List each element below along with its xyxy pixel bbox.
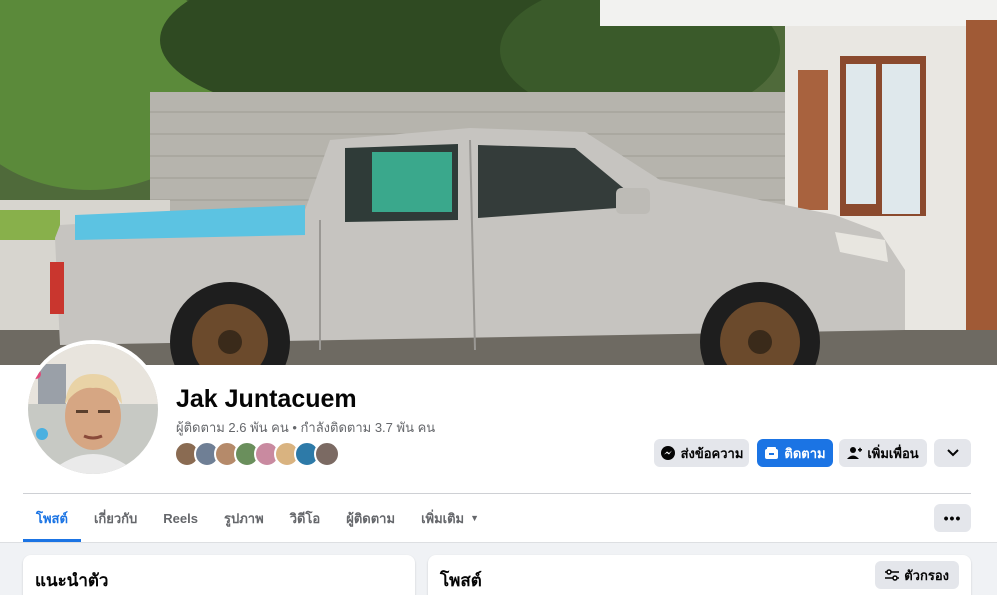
tab-followers[interactable]: ผู้ติดตาม [333,494,408,542]
tab-label: Reels [163,510,198,526]
tab-reels[interactable]: Reels [150,494,211,542]
follow-button[interactable]: ติดตาม [757,439,833,467]
mutual-friends-avatars[interactable] [174,441,340,467]
more-dots-icon: ••• [943,510,962,526]
tab-label: รูปภาพ [224,510,264,526]
follow-button-label: ติดตาม [784,445,826,461]
posts-card: โพสต์ ตัวกรอง [428,555,971,595]
chevron-down-icon [946,449,959,457]
intro-card-title: แนะนำตัว [35,571,109,590]
posts-card-title: โพสต์ [440,571,482,590]
messenger-icon [660,446,675,460]
tab-about[interactable]: เกี่ยวกับ [81,494,150,542]
more-options-button[interactable]: ••• [934,504,971,532]
add-friend-icon [847,447,863,459]
profile-picture-frame[interactable] [24,340,162,478]
avatar[interactable] [28,344,158,474]
message-button[interactable]: ส่งข้อความ [654,439,749,467]
tab-label: เพิ่มเติม [421,510,465,526]
tab-photos[interactable]: รูปภาพ [211,494,277,542]
profile-name: Jak Juntacuem [176,385,357,413]
tab-posts[interactable]: โพสต์ [23,494,81,542]
intro-card: แนะนำตัว [23,555,415,595]
follower-stats[interactable]: ผู้ติดตาม 2.6 พัน คน • กำลังติดตาม 3.7 พ… [176,417,435,438]
header-bottom-border [0,542,997,543]
tab-label: เกี่ยวกับ [93,510,138,526]
message-button-label: ส่งข้อความ [680,445,744,461]
tab-label: ผู้ติดตาม [346,510,396,526]
friend-avatar[interactable] [314,441,340,467]
profile-menu-button[interactable] [934,439,971,467]
filter-button-label: ตัวกรอง [904,567,949,583]
tab-videos[interactable]: วิดีโอ [277,494,334,542]
filter-sliders-icon [885,569,900,581]
tab-more[interactable]: เพิ่มเติม ▼ [408,494,492,542]
add-friend-button[interactable]: เพิ่มเพื่อน [839,439,927,467]
tab-label: โพสต์ [36,510,68,526]
filter-button[interactable]: ตัวกรอง [875,561,959,589]
profile-tabs: โพสต์ เกี่ยวกับ Reels รูปภาพ วิดีโอ ผู้ต… [23,494,492,542]
follow-icon [765,447,779,459]
caret-down-icon: ▼ [470,513,480,523]
cover-photo[interactable] [0,0,997,365]
tab-label: วิดีโอ [289,510,321,526]
add-friend-button-label: เพิ่มเพื่อน [867,445,919,461]
